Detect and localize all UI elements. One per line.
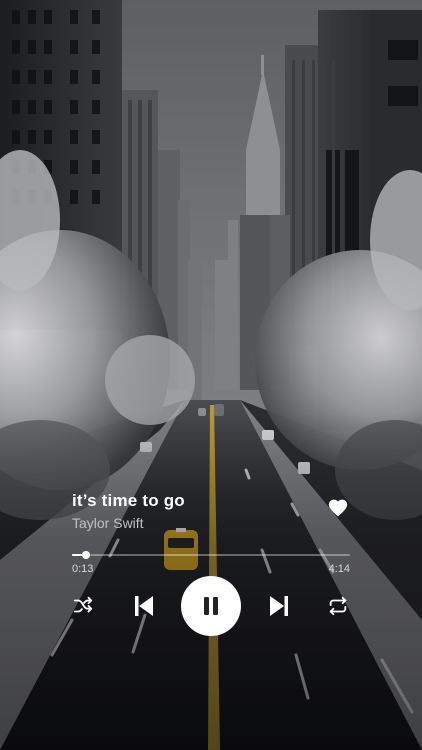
bottom-gradient-overlay [0,0,422,750]
skip-previous-icon [135,596,153,616]
shuffle-button[interactable] [72,595,94,617]
track-info: it’s time to go Taylor Swift [72,490,352,533]
total-time: 4:14 [328,563,350,575]
artist-name: Taylor Swift [72,515,144,531]
play-pause-button[interactable] [181,576,241,636]
progress-bar[interactable] [72,551,350,559]
next-button[interactable] [268,594,290,618]
progress-knob[interactable] [81,551,90,559]
repeat-icon [329,596,347,616]
heart-icon[interactable] [327,497,349,519]
progress-rail [72,554,350,556]
previous-button[interactable] [133,594,155,618]
current-time: 0:13 [72,563,94,575]
repeat-button[interactable] [327,595,349,617]
track-title: it’s time to go [72,491,185,510]
shuffle-icon [73,596,93,613]
pause-icon [204,597,218,615]
skip-next-icon [270,596,288,616]
